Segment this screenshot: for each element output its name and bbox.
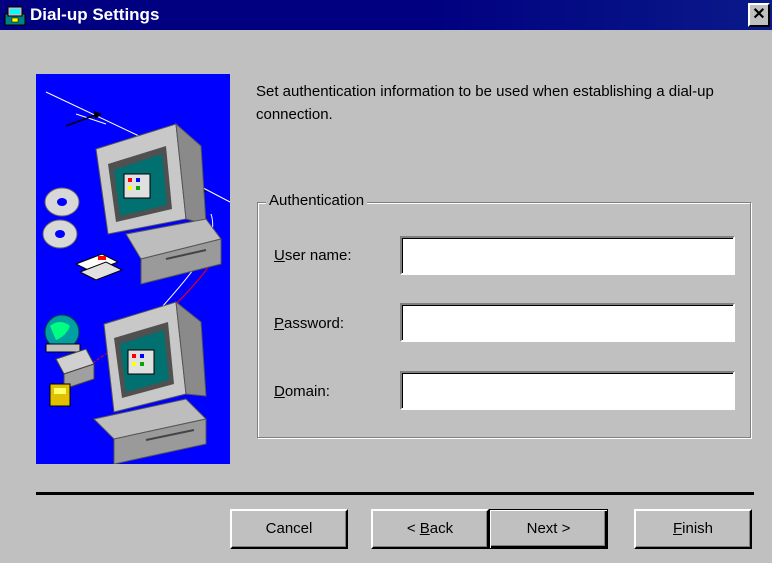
domain-input[interactable] <box>400 371 735 410</box>
back-button[interactable]: < Back <box>371 509 489 549</box>
setup-wizard-icon <box>4 6 26 26</box>
telephone-icon <box>49 383 71 407</box>
dialup-settings-dialog: Dial-up Settings ✕ Set authentication in… <box>0 0 772 563</box>
cancel-button[interactable]: Cancel <box>230 509 348 549</box>
dialup-network-illustration <box>36 74 230 464</box>
separator-line <box>36 492 754 495</box>
close-icon: ✕ <box>752 6 766 23</box>
globe-icon <box>44 314 81 353</box>
intro-text: Set authentication information to be use… <box>256 83 714 123</box>
user-name-label: User name: <box>274 247 352 264</box>
close-button[interactable]: ✕ <box>748 3 770 27</box>
finish-button[interactable]: Finish <box>634 509 752 549</box>
title-bar[interactable]: Dial-up Settings ✕ <box>0 0 772 30</box>
user-name-input[interactable] <box>400 236 735 275</box>
domain-label: Domain: <box>274 383 330 400</box>
password-input[interactable] <box>400 303 735 342</box>
authentication-legend: Authentication <box>266 191 368 211</box>
next-button[interactable]: Next > <box>489 509 608 549</box>
window-title: Dial-up Settings <box>30 5 160 24</box>
password-label: Password: <box>274 315 345 332</box>
